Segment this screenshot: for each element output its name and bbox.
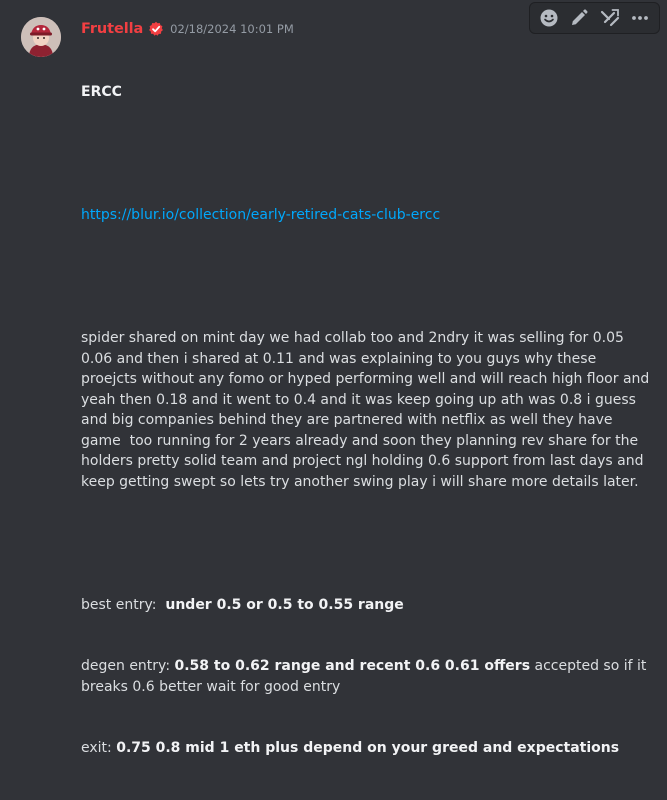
message-title: ERCC <box>81 84 122 100</box>
emoji-icon[interactable] <box>537 6 561 30</box>
exit-label: exit: <box>81 740 117 756</box>
message-body: ERCC https://blur.io/collection/early-re… <box>81 40 651 800</box>
timestamp[interactable]: 02/18/2024 10:01 PM <box>170 22 294 36</box>
collection-link[interactable]: https://blur.io/collection/early-retired… <box>81 207 440 223</box>
tools-icon[interactable] <box>598 6 622 30</box>
degen-entry-value: 0.58 to 0.62 range and recent 0.6 0.61 o… <box>174 658 531 674</box>
message-toolbar <box>529 2 660 34</box>
message-content: Frutella 02/18/2024 10:01 PM ERCC https:… <box>81 18 651 800</box>
chat-message: Frutella 02/18/2024 10:01 PM ERCC https:… <box>0 0 667 756</box>
edit-icon[interactable] <box>567 6 591 30</box>
avatar[interactable] <box>21 17 61 57</box>
degen-entry-label: degen entry: <box>81 658 175 674</box>
best-entry-label: best entry: <box>81 596 166 613</box>
verified-badge-icon <box>148 21 164 37</box>
more-icon[interactable] <box>628 6 652 30</box>
message-paragraph: spider shared on mint day we had collab … <box>81 330 654 490</box>
exit-line: exit: 0.75 0.8 mid 1 eth plus depend on … <box>81 738 651 759</box>
best-entry-value: under 0.5 or 0.5 to 0.55 range <box>165 596 404 613</box>
exit-value: 0.75 0.8 mid 1 eth plus depend on your g… <box>116 740 620 756</box>
username[interactable]: Frutella <box>81 21 143 37</box>
avatar-image <box>21 17 61 57</box>
best-entry-line: best entry: under 0.5 or 0.5 to 0.55 ran… <box>81 595 651 616</box>
degen-entry-line: degen entry: 0.58 to 0.62 range and rece… <box>81 656 651 697</box>
